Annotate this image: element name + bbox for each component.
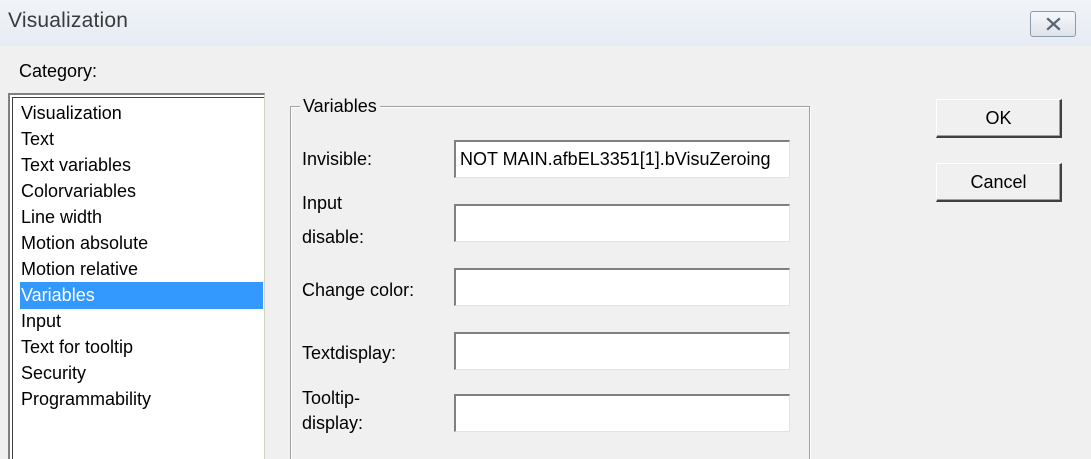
category-listbox[interactable]: Visualization Text Text variables Colorv… [8,93,265,459]
input-disable-field[interactable] [454,204,790,242]
tooltip-display-label-line1: Tooltip- [302,388,361,408]
category-item-motion-absolute[interactable]: Motion absolute [20,230,263,257]
category-item-variables[interactable]: Variables [20,282,263,309]
input-disable-label-line1: Input [302,193,343,213]
tooltip-display-label-line2: display: [302,413,364,433]
textdisplay-field[interactable] [454,332,790,370]
ok-button[interactable]: OK [936,99,1062,138]
category-item-security[interactable]: Security [20,360,263,387]
change-color-label: Change color: [302,280,415,300]
close-icon [1046,17,1061,31]
category-listbox-inner: Visualization Text Text variables Colorv… [12,97,264,459]
window-title: Visualization [8,9,129,32]
change-color-field[interactable] [454,268,790,306]
invisible-label: Invisible: [302,149,373,169]
category-label: Category: [19,61,98,81]
variables-group-title: Variables [300,95,380,117]
input-disable-label-line2: disable: [302,227,365,247]
category-item-text-for-tooltip[interactable]: Text for tooltip [20,334,263,361]
category-item-line-width[interactable]: Line width [20,204,263,231]
cancel-button[interactable]: Cancel [936,163,1062,202]
visualization-dialog: Visualization Category: Visualization Te… [0,0,1091,459]
category-item-motion-relative[interactable]: Motion relative [20,256,263,283]
title-bar: Visualization [0,0,1091,46]
tooltip-display-field[interactable] [454,394,790,432]
textdisplay-label: Textdisplay: [302,343,397,363]
category-item-text[interactable]: Text [20,126,263,153]
category-item-colorvariables[interactable]: Colorvariables [20,178,263,205]
category-item-input[interactable]: Input [20,308,263,335]
category-item-visualization[interactable]: Visualization [20,100,263,127]
category-item-programmability[interactable]: Programmability [20,386,263,413]
invisible-field[interactable] [454,140,790,178]
category-item-text-variables[interactable]: Text variables [20,152,263,179]
close-button[interactable] [1030,11,1076,37]
